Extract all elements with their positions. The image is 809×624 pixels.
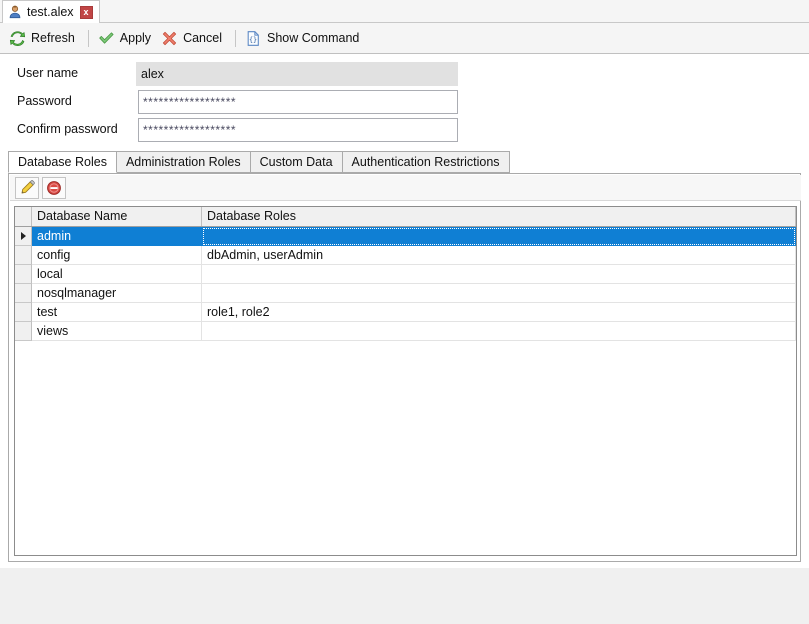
row-selector[interactable] bbox=[15, 303, 32, 322]
row-selector[interactable] bbox=[15, 284, 32, 303]
table-row[interactable]: nosqlmanager bbox=[15, 284, 796, 303]
grid-body: admin config dbAdmin, userAdmin local bbox=[15, 227, 796, 341]
document-tab-strip: test.alex x bbox=[0, 0, 809, 23]
main-toolbar: Refresh Apply Cancel bbox=[0, 23, 809, 54]
tab-custom-data[interactable]: Custom Data bbox=[250, 151, 343, 173]
grid-header-database-roles[interactable]: Database Roles bbox=[202, 207, 796, 226]
password-label: Password bbox=[17, 94, 72, 108]
row-database-name[interactable]: nosqlmanager bbox=[32, 284, 202, 303]
row-selector[interactable] bbox=[15, 322, 32, 341]
row-selector[interactable] bbox=[15, 246, 32, 265]
database-roles-grid[interactable]: Database Name Database Roles admin bbox=[14, 206, 797, 556]
username-field[interactable]: alex bbox=[136, 62, 458, 86]
row-database-name[interactable]: local bbox=[32, 265, 202, 284]
table-row[interactable]: config dbAdmin, userAdmin bbox=[15, 246, 796, 265]
refresh-button[interactable]: Refresh bbox=[6, 26, 82, 50]
row-database-roles[interactable]: role1, role2 bbox=[202, 303, 796, 322]
editor-content: User name alex Password ****************… bbox=[0, 54, 809, 570]
confirm-password-label: Confirm password bbox=[17, 122, 118, 136]
cancel-button-label: Cancel bbox=[183, 31, 222, 45]
pencil-icon bbox=[19, 180, 35, 196]
table-row[interactable]: admin bbox=[15, 227, 796, 246]
check-icon bbox=[98, 30, 115, 47]
toolbar-separator bbox=[88, 30, 89, 47]
close-icon[interactable]: x bbox=[80, 6, 93, 19]
row-database-roles[interactable] bbox=[202, 227, 796, 246]
password-field[interactable]: ****************** bbox=[138, 90, 458, 114]
tab-database-roles[interactable]: Database Roles bbox=[8, 151, 117, 173]
refresh-icon bbox=[9, 30, 26, 47]
table-row[interactable]: views bbox=[15, 322, 796, 341]
json-document-icon: {} bbox=[245, 30, 262, 47]
table-row[interactable]: local bbox=[15, 265, 796, 284]
cancel-x-icon bbox=[161, 30, 178, 47]
status-area bbox=[0, 568, 809, 624]
row-selector[interactable] bbox=[15, 227, 32, 246]
svg-text:{}: {} bbox=[249, 36, 257, 44]
row-selector[interactable] bbox=[15, 265, 32, 284]
confirm-password-field[interactable]: ****************** bbox=[138, 118, 458, 142]
row-database-roles[interactable]: dbAdmin, userAdmin bbox=[202, 246, 796, 265]
application-window: test.alex x Refresh Apply bbox=[0, 0, 809, 572]
table-row[interactable]: test role1, role2 bbox=[15, 303, 796, 322]
grid-toolbar bbox=[10, 175, 801, 201]
document-tab-label: test.alex bbox=[27, 5, 74, 19]
refresh-button-label: Refresh bbox=[31, 31, 75, 45]
database-roles-panel: Database Name Database Roles admin bbox=[8, 174, 801, 562]
remove-circle-icon bbox=[46, 180, 62, 196]
tab-authentication-restrictions[interactable]: Authentication Restrictions bbox=[342, 151, 510, 173]
grid-header-database-name[interactable]: Database Name bbox=[32, 207, 202, 226]
apply-button-label: Apply bbox=[120, 31, 151, 45]
apply-button[interactable]: Apply bbox=[95, 26, 158, 50]
row-indicator-icon bbox=[21, 232, 26, 240]
document-tab-test-alex[interactable]: test.alex x bbox=[2, 0, 100, 23]
show-command-button-label: Show Command bbox=[267, 31, 359, 45]
user-icon bbox=[8, 5, 22, 19]
remove-role-button[interactable] bbox=[42, 177, 66, 199]
row-database-name[interactable]: admin bbox=[32, 227, 202, 246]
toolbar-separator-2 bbox=[235, 30, 236, 47]
tab-administration-roles[interactable]: Administration Roles bbox=[116, 151, 251, 173]
row-database-roles[interactable] bbox=[202, 265, 796, 284]
username-label: User name bbox=[17, 66, 78, 80]
edit-role-button[interactable] bbox=[15, 177, 39, 199]
roles-tab-control: Database Roles Administration Roles Cust… bbox=[8, 152, 801, 562]
row-database-name[interactable]: views bbox=[32, 322, 202, 341]
cancel-button[interactable]: Cancel bbox=[158, 26, 229, 50]
grid-header-selector bbox=[15, 207, 32, 226]
row-database-name[interactable]: config bbox=[32, 246, 202, 265]
roles-tab-header: Database Roles Administration Roles Cust… bbox=[8, 152, 801, 174]
row-database-roles[interactable] bbox=[202, 284, 796, 303]
show-command-button[interactable]: {} Show Command bbox=[242, 26, 366, 50]
row-database-roles[interactable] bbox=[202, 322, 796, 341]
grid-header-row: Database Name Database Roles bbox=[15, 207, 796, 227]
row-database-name[interactable]: test bbox=[32, 303, 202, 322]
